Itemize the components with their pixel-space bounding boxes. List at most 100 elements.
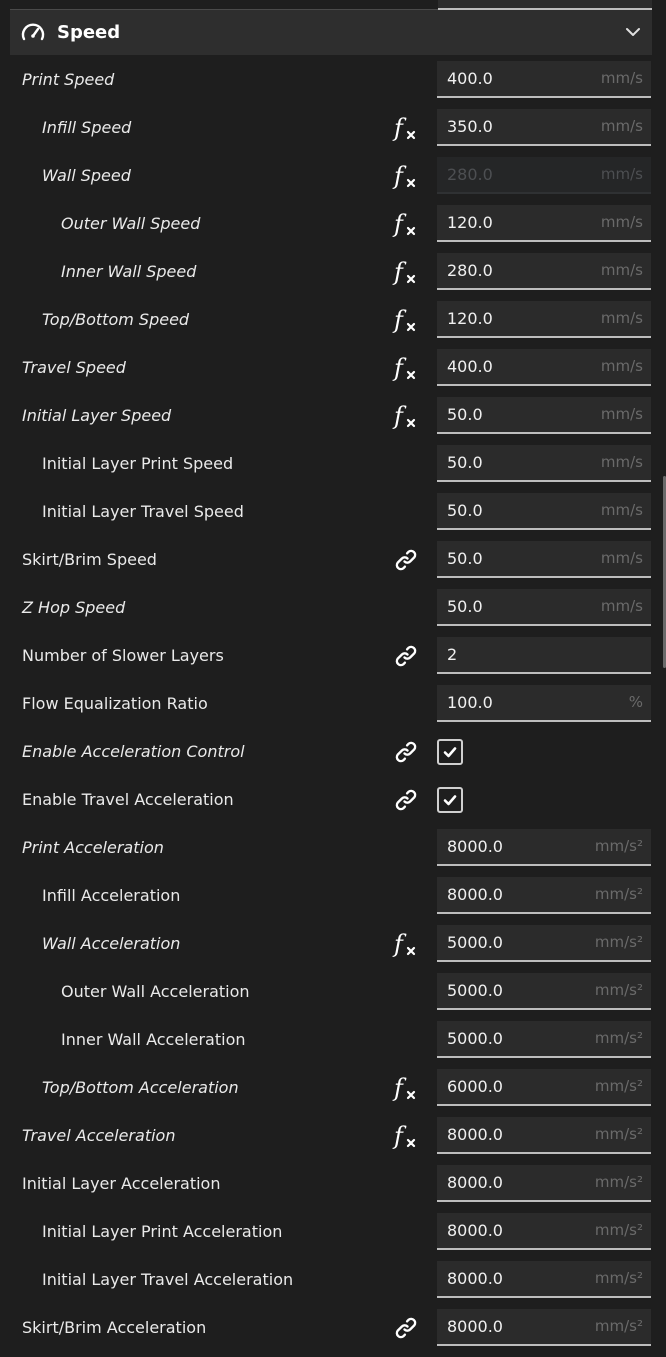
svg-text:f: f xyxy=(392,1122,407,1150)
setting-value-input[interactable]: 8000.0 mm/s² xyxy=(437,1309,651,1346)
setting-value-input[interactable]: 5000.0 mm/s² xyxy=(437,1021,651,1058)
input-value: 2 xyxy=(447,645,458,664)
unit-label: mm/s² xyxy=(594,1173,643,1191)
setting-value-input[interactable]: 400.0 mm/s xyxy=(437,349,651,386)
setting-value-input[interactable]: 50.0 mm/s xyxy=(437,589,651,626)
input-value: 8000.0 xyxy=(447,885,503,904)
setting-value-input[interactable]: 8000.0 mm/s² xyxy=(437,877,651,914)
unit-label: mm/s xyxy=(600,549,643,567)
setting-value-input[interactable]: 120.0 mm/s xyxy=(437,301,651,338)
chevron-down-icon[interactable] xyxy=(624,23,642,41)
setting-value-input[interactable]: 350.0 mm/s xyxy=(437,109,651,146)
unit-label: mm/s² xyxy=(594,981,643,999)
setting-value-input[interactable]: 50.0 mm/s xyxy=(437,397,651,434)
section-title: Speed xyxy=(57,22,121,43)
function-icon[interactable]: f xyxy=(392,402,420,430)
function-icon[interactable]: f xyxy=(392,1074,420,1102)
svg-text:f: f xyxy=(392,402,407,430)
input-value: 8000.0 xyxy=(447,837,503,856)
input-value: 280.0 xyxy=(447,165,493,184)
link-icon[interactable] xyxy=(392,786,420,814)
setting-value-input[interactable]: 50.0 mm/s xyxy=(437,445,651,482)
input-value: 400.0 xyxy=(447,357,493,376)
setting-value-input[interactable]: 2 xyxy=(437,637,651,674)
setting-row-outer-wall-acceleration: Outer Wall Acceleration 5000.0 mm/s² xyxy=(0,968,666,1016)
setting-label: Inner Wall Acceleration xyxy=(61,1030,246,1049)
setting-value-input[interactable]: 8000.0 mm/s² xyxy=(437,1261,651,1298)
setting-value-input[interactable]: 280.0 mm/s xyxy=(437,157,651,194)
setting-value-input[interactable]: 50.0 mm/s xyxy=(437,493,651,530)
setting-label: Initial Layer Travel Acceleration xyxy=(42,1270,294,1289)
setting-row-initial-layer-speed: Initial Layer Speed f 50.0 mm/s xyxy=(0,392,666,440)
link-icon[interactable] xyxy=(392,738,420,766)
function-icon[interactable]: f xyxy=(392,1122,420,1150)
setting-value-input[interactable]: 5000.0 mm/s² xyxy=(437,925,651,962)
setting-value-input[interactable]: 6000.0 mm/s² xyxy=(437,1069,651,1106)
setting-value-input[interactable]: 100.0% xyxy=(437,685,651,722)
setting-value-input[interactable]: 120.0 mm/s xyxy=(437,205,651,242)
setting-row-travel-speed: Travel Speed f 400.0 mm/s xyxy=(0,344,666,392)
setting-value-input[interactable]: 400.0 mm/s xyxy=(437,61,651,98)
unit-label: mm/s xyxy=(600,357,643,375)
input-value: 50.0 xyxy=(447,501,483,520)
setting-value-input[interactable]: 5000.0 mm/s² xyxy=(437,973,651,1010)
setting-row-infill-speed: Infill Speed f 350.0 mm/s xyxy=(0,104,666,152)
setting-label: Wall Speed xyxy=(42,166,131,185)
unit-label: mm/s xyxy=(600,597,643,615)
function-icon[interactable]: f xyxy=(392,354,420,382)
function-icon[interactable]: f xyxy=(392,162,420,190)
setting-label: Outer Wall Speed xyxy=(61,214,201,233)
unit-label: mm/s² xyxy=(594,1317,643,1335)
input-value: 8000.0 xyxy=(447,1221,503,1240)
function-icon[interactable]: f xyxy=(392,306,420,334)
setting-row-initial-layer-travel-acceleration: Initial Layer Travel Acceleration 8000.0 m… xyxy=(0,1256,666,1304)
setting-checkbox[interactable] xyxy=(437,787,463,813)
input-value: 5000.0 xyxy=(447,1029,503,1048)
setting-label: Initial Layer Speed xyxy=(22,406,172,425)
svg-text:f: f xyxy=(392,1074,407,1102)
setting-value-input[interactable]: 8000.0 mm/s² xyxy=(437,1117,651,1154)
setting-label: Outer Wall Acceleration xyxy=(61,982,250,1001)
unit-label: mm/s xyxy=(600,165,643,183)
function-icon[interactable]: f xyxy=(392,210,420,238)
input-value: 5000.0 xyxy=(447,981,503,1000)
setting-value-input[interactable]: 8000.0 mm/s² xyxy=(437,829,651,866)
unit-label: mm/s xyxy=(600,213,643,231)
setting-label: Skirt/Brim Acceleration xyxy=(22,1318,207,1337)
input-value: 8000.0 xyxy=(447,1125,503,1144)
link-icon[interactable] xyxy=(392,1314,420,1342)
function-icon[interactable]: f xyxy=(392,258,420,286)
setting-value-input[interactable]: 8000.0 mm/s² xyxy=(437,1165,651,1202)
setting-row-top-bottom-speed: Top/Bottom Speed f 120.0 mm/s xyxy=(0,296,666,344)
unit-label: mm/s² xyxy=(594,1125,643,1143)
link-icon[interactable] xyxy=(392,546,420,574)
unit-label: mm/s xyxy=(600,453,643,471)
unit-label: mm/s² xyxy=(594,1029,643,1047)
setting-row-flow-equalization-ratio: Flow Equalization Ratio 100.0% xyxy=(0,680,666,728)
setting-checkbox[interactable] xyxy=(437,739,463,765)
setting-label: Travel Acceleration xyxy=(22,1126,176,1145)
setting-label: Top/Bottom Acceleration xyxy=(42,1078,239,1097)
settings-list: Print Speed 400.0 mm/s Infill Speed f 350.0 mm… xyxy=(0,56,666,1352)
function-icon[interactable]: f xyxy=(392,930,420,958)
setting-label: Initial Layer Acceleration xyxy=(22,1174,221,1193)
unit-label: mm/s² xyxy=(594,885,643,903)
setting-value-input[interactable]: 280.0 mm/s xyxy=(437,253,651,290)
setting-row-infill-acceleration: Infill Acceleration 8000.0 mm/s² xyxy=(0,872,666,920)
input-value: 50.0 xyxy=(447,405,483,424)
setting-value-input[interactable]: 50.0 mm/s xyxy=(437,541,651,578)
function-icon[interactable]: f xyxy=(392,114,420,142)
setting-value-input[interactable]: 8000.0 mm/s² xyxy=(437,1213,651,1250)
link-icon[interactable] xyxy=(392,642,420,670)
setting-label: Print Acceleration xyxy=(22,838,164,857)
unit-label: mm/s xyxy=(600,69,643,87)
setting-label: Infill Speed xyxy=(42,118,132,137)
unit-label: mm/s xyxy=(600,117,643,135)
speed-section-header[interactable]: Speed xyxy=(10,10,652,55)
setting-row-initial-layer-acceleration: Initial Layer Acceleration 8000.0 mm/s² xyxy=(0,1160,666,1208)
setting-row-number-of-slower-layers: Number of Slower Layers 2 xyxy=(0,632,666,680)
unit-label: mm/s xyxy=(600,405,643,423)
setting-label: Wall Acceleration xyxy=(42,934,181,953)
input-value: 350.0 xyxy=(447,117,493,136)
previous-field-stub[interactable] xyxy=(438,0,652,10)
